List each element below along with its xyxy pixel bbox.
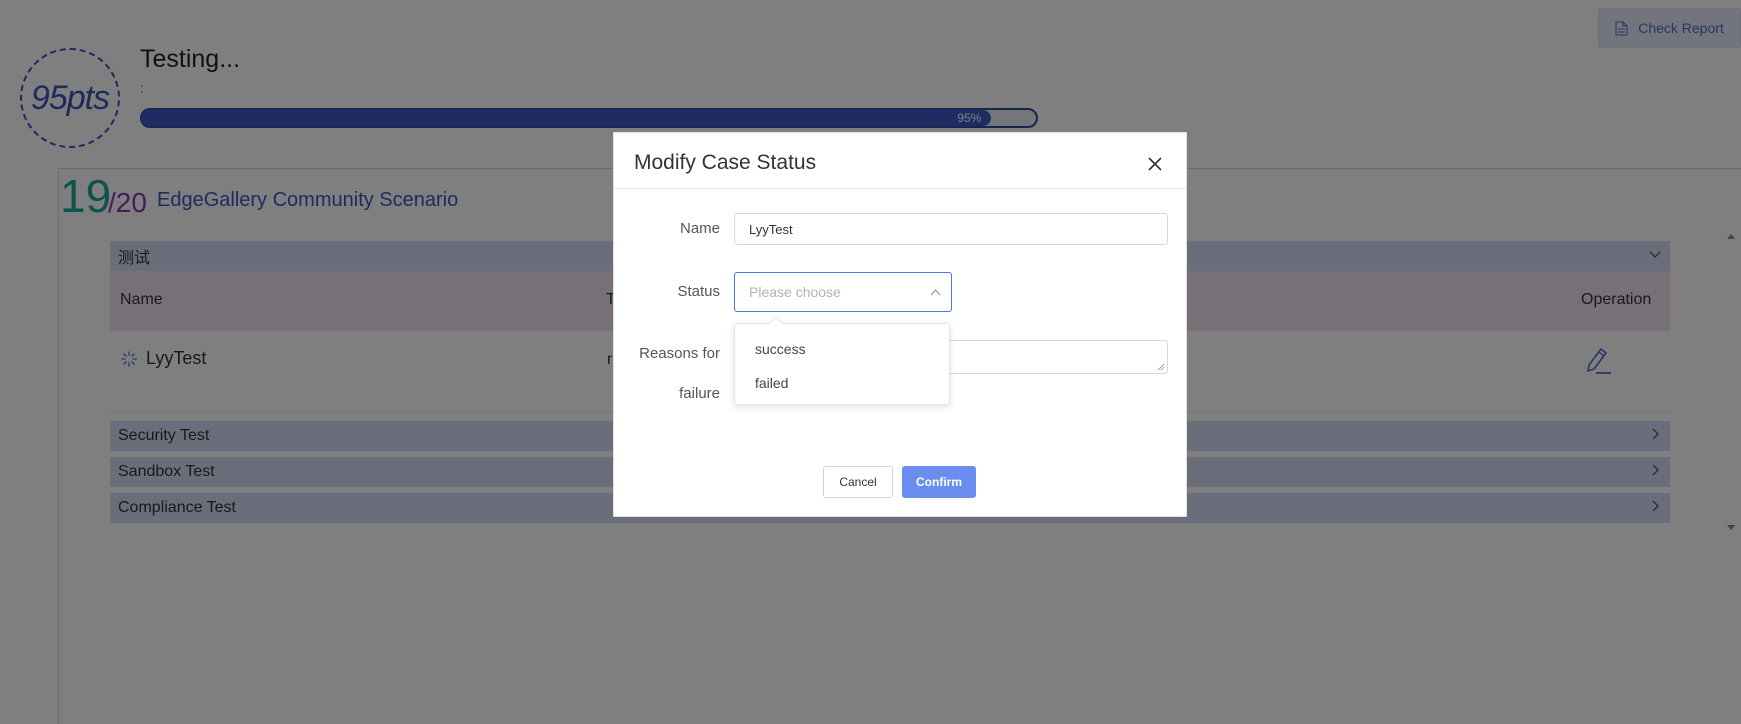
reason-label-line1: Reasons for (639, 345, 720, 362)
status-option-success[interactable]: success (735, 332, 949, 366)
dialog-title: Modify Case Status (634, 151, 817, 174)
chevron-up-icon (930, 289, 941, 296)
status-placeholder: Please choose (749, 284, 841, 300)
close-icon[interactable] (1146, 155, 1164, 173)
resize-grip-icon[interactable] (1157, 363, 1165, 371)
name-field[interactable]: LyyTest (734, 213, 1168, 245)
dialog-divider (614, 188, 1186, 189)
status-option-failed[interactable]: failed (735, 366, 949, 400)
name-label: Name (679, 220, 720, 237)
confirm-button[interactable]: Confirm (902, 466, 976, 498)
dropdown-arrow (768, 315, 784, 331)
reason-label-line2: failure (679, 385, 720, 402)
status-dropdown: success failed (734, 315, 950, 405)
cancel-button[interactable]: Cancel (823, 466, 893, 498)
status-label: Status (677, 283, 720, 300)
modify-case-status-dialog: Modify Case Status Name LyyTest Status P… (613, 132, 1187, 517)
status-select[interactable]: Please choose (734, 272, 952, 312)
